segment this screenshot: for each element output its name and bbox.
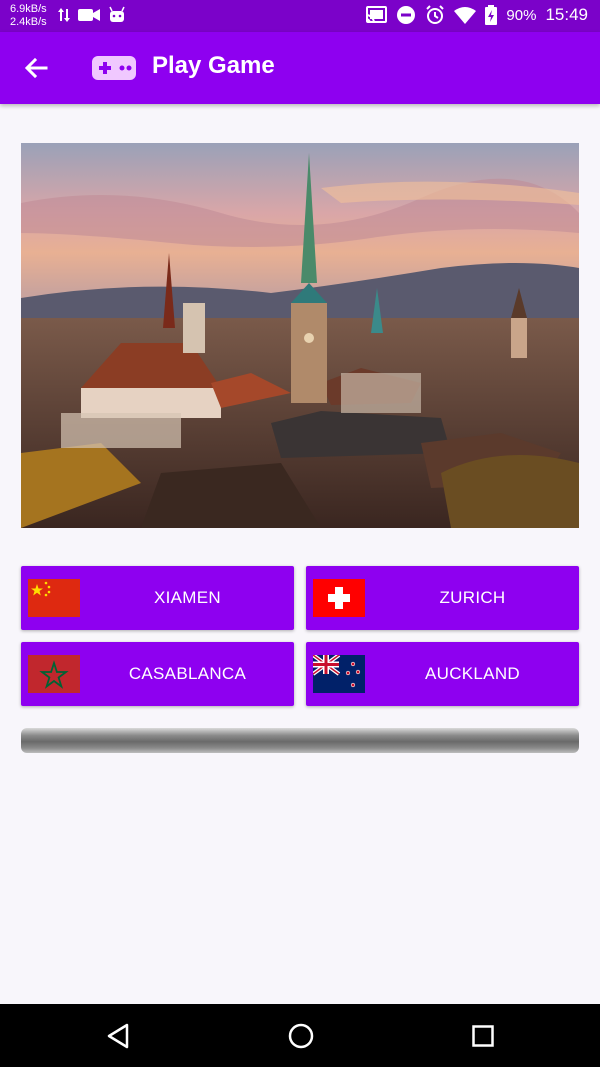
option-button-casablanca[interactable]: CASABLANCA [21, 642, 294, 706]
nav-recents-icon[interactable] [472, 1025, 494, 1052]
wifi-icon [454, 6, 477, 24]
option-button-xiamen[interactable]: XIAMEN [21, 566, 294, 630]
option-button-auckland[interactable]: AUCKLAND [306, 642, 579, 706]
network-speed: 6.9kB/s 2.4kB/s [10, 3, 47, 29]
new-zealand-flag-icon [313, 655, 365, 693]
navigation-bar [0, 1004, 600, 1067]
option-label: ZURICH [439, 588, 506, 607]
video-camera-icon [78, 8, 100, 22]
app-bar: Play Game [0, 32, 600, 104]
morocco-flag-icon [28, 655, 80, 693]
dnd-icon [396, 5, 416, 25]
alarm-icon [425, 5, 445, 25]
net-down-text: 6.9kB/s [10, 3, 47, 15]
clock: 15:49 [545, 5, 588, 24]
option-label: AUCKLAND [425, 664, 520, 683]
city-skyline-photo [21, 143, 579, 528]
progress-bar [21, 728, 579, 753]
option-label: CASABLANCA [128, 664, 247, 683]
china-flag-icon [28, 579, 80, 617]
nav-back-icon[interactable] [106, 1023, 130, 1054]
battery-icon [485, 5, 498, 25]
status-bar: 6.9kB/s 2.4kB/s 90% 15:49 [0, 0, 600, 32]
battery-percent: 90% [506, 6, 537, 24]
android-icon [108, 6, 126, 24]
nav-home-icon[interactable] [288, 1023, 314, 1054]
data-arrows-icon [58, 7, 70, 23]
arrow-back-icon[interactable] [22, 54, 50, 82]
gamepad-icon [92, 54, 138, 82]
page-title: Play Game [152, 52, 275, 79]
net-up-text: 2.4kB/s [10, 16, 47, 28]
option-label: XIAMEN [154, 588, 221, 607]
cast-icon [365, 6, 388, 24]
option-button-zurich[interactable]: ZURICH [306, 566, 579, 630]
switzerland-flag-icon [313, 579, 365, 617]
